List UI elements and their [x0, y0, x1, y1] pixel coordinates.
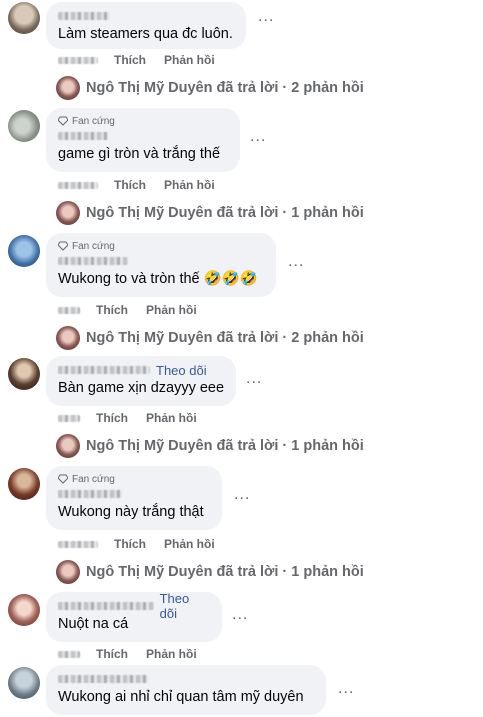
timestamp[interactable]: [58, 650, 80, 658]
avatar[interactable]: [8, 2, 40, 34]
reply-avatar: [56, 76, 80, 100]
diamond-icon: [58, 116, 68, 126]
fan-badge-label: Fan cứng: [72, 240, 115, 252]
comment-bubble: Làm steamers qua đc luôn.: [46, 2, 246, 49]
reply-button[interactable]: Phản hồi: [164, 53, 215, 67]
reply-summary: Ngô Thị Mỹ Duyên đã trả lời · 1 phản hồi: [86, 205, 364, 221]
reply-summary: Ngô Thị Mỹ Duyên đã trả lời · 1 phản hồi: [86, 438, 364, 454]
reply-button[interactable]: Phản hồi: [146, 303, 197, 317]
replies-link[interactable]: Ngô Thị Mỹ Duyên đã trả lời · 2 phản hồi: [56, 76, 364, 100]
follow-button[interactable]: Theo dõi: [160, 591, 210, 621]
avatar[interactable]: [8, 594, 40, 626]
timestamp[interactable]: [58, 56, 98, 64]
like-button[interactable]: Thích: [96, 647, 128, 661]
more-options-icon[interactable]: ...: [250, 129, 266, 145]
fan-badge: Fan cứng: [58, 239, 264, 253]
like-button[interactable]: Thích: [96, 303, 128, 317]
like-button[interactable]: Thích: [114, 53, 146, 67]
timestamp[interactable]: [58, 181, 98, 189]
more-options-icon[interactable]: ...: [232, 607, 248, 623]
reply-summary: Ngô Thị Mỹ Duyên đã trả lời · 2 phản hồi: [86, 80, 364, 96]
comment-actions: Thích Phản hồi: [58, 647, 215, 661]
comment-text: Làm steamers qua đc luôn.: [58, 26, 233, 42]
more-options-icon[interactable]: ...: [338, 681, 354, 697]
comment-actions: Thích Phản hồi: [58, 53, 233, 67]
timestamp[interactable]: [58, 414, 80, 422]
comment-bubble: Theo dõi Bàn game xịn dzayyy eee: [46, 356, 236, 406]
comment-bubble: Fan cứng Wukong này trắng thật: [46, 466, 222, 530]
author-name[interactable]: Theo dõi: [58, 362, 224, 378]
reply-avatar: [56, 560, 80, 584]
comment-text: Wukong to và tròn thế 🤣🤣🤣: [58, 271, 258, 287]
author-name[interactable]: Theo dõi: [58, 591, 210, 621]
comment-bubble: Theo dõi Nuột na cá: [46, 591, 222, 642]
comment-text: game gì tròn và trắng thế: [58, 146, 221, 162]
fan-badge: Fan cứng: [58, 114, 228, 128]
reply-summary: Ngô Thị Mỹ Duyên đã trả lời · 1 phản hồi: [86, 564, 364, 580]
author-name[interactable]: [58, 671, 314, 687]
fan-badge-label: Fan cứng: [72, 115, 115, 127]
comment-text: Wukong này trắng thật: [58, 504, 204, 520]
comment-actions: Thích Phản hồi: [58, 303, 215, 317]
like-button[interactable]: Thích: [96, 411, 128, 425]
avatar[interactable]: [8, 468, 40, 500]
avatar[interactable]: [8, 235, 40, 267]
more-options-icon[interactable]: ...: [246, 371, 262, 387]
like-button[interactable]: Thích: [114, 537, 146, 551]
follow-button[interactable]: Theo dõi: [156, 363, 207, 378]
avatar[interactable]: [8, 667, 40, 699]
more-options-icon[interactable]: ...: [288, 254, 304, 270]
reply-avatar: [56, 434, 80, 458]
replies-link[interactable]: Ngô Thị Mỹ Duyên đã trả lời · 1 phản hồi: [56, 560, 364, 584]
comment-bubble: Fan cứng game gì tròn và trắng thế: [46, 108, 240, 172]
comment-text: Bàn game xịn dzayyy eee: [58, 380, 225, 396]
author-name[interactable]: [58, 8, 234, 24]
reply-button[interactable]: Phản hồi: [164, 537, 215, 551]
comment-bubble: Wukong ai nhỉ chỉ quan tâm mỹ duyên: [46, 665, 326, 715]
comment-actions: Thích Phản hồi: [58, 537, 233, 551]
timestamp[interactable]: [58, 540, 98, 548]
replies-link[interactable]: Ngô Thị Mỹ Duyên đã trả lời · 1 phản hồi: [56, 201, 364, 225]
reply-button[interactable]: Phản hồi: [146, 647, 197, 661]
comment-actions: Thích Phản hồi: [58, 411, 215, 425]
author-name[interactable]: [58, 486, 210, 502]
timestamp[interactable]: [58, 306, 80, 314]
fan-badge: Fan cứng: [58, 472, 210, 486]
diamond-icon: [58, 241, 68, 251]
reply-button[interactable]: Phản hồi: [146, 411, 197, 425]
more-options-icon[interactable]: ...: [258, 9, 274, 25]
comment-text: Wukong ai nhỉ chỉ quan tâm mỹ duyên: [58, 689, 304, 705]
comment-actions: Thích Phản hồi: [58, 178, 233, 192]
diamond-icon: [58, 474, 68, 484]
reply-summary: Ngô Thị Mỹ Duyên đã trả lời · 2 phản hồi: [86, 330, 364, 346]
author-name[interactable]: [58, 253, 264, 269]
avatar[interactable]: [8, 358, 40, 390]
more-options-icon[interactable]: ...: [234, 487, 250, 503]
author-name[interactable]: [58, 128, 228, 144]
fan-badge-label: Fan cứng: [72, 473, 115, 485]
replies-link[interactable]: Ngô Thị Mỹ Duyên đã trả lời · 1 phản hồi: [56, 434, 364, 458]
avatar[interactable]: [8, 110, 40, 142]
reply-avatar: [56, 201, 80, 225]
like-button[interactable]: Thích: [114, 178, 146, 192]
reply-button[interactable]: Phản hồi: [164, 178, 215, 192]
replies-link[interactable]: Ngô Thị Mỹ Duyên đã trả lời · 2 phản hồi: [56, 326, 364, 350]
reply-avatar: [56, 326, 80, 350]
comment-bubble: Fan cứng Wukong to và tròn thế 🤣🤣🤣: [46, 233, 276, 297]
